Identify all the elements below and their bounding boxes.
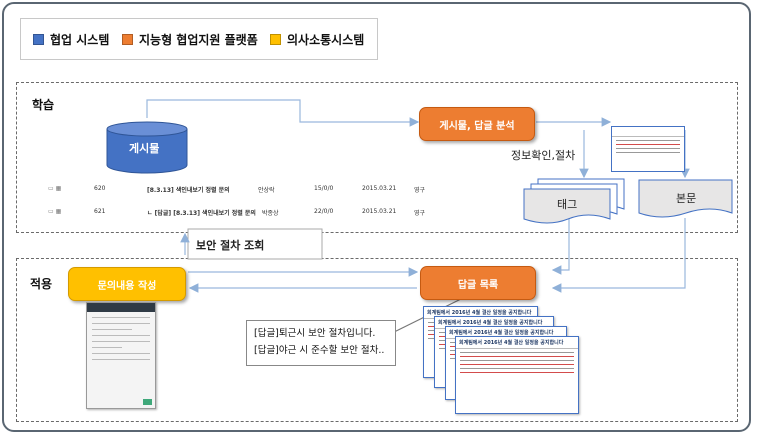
analysis-document-card: ​ [611,126,685,172]
mobile-inquiry-screenshot [86,302,156,409]
diagram-canvas: 협업 시스템 지능형 협업지원 플랫폼 의사소통시스템 학습 적용 게시물 게시… [0,0,757,436]
body-to-reply-line [551,218,686,293]
posts-db-label: 게시물 [129,142,160,155]
inquiry-label: 문의내용 작성 [97,280,157,292]
row-num: 621 [94,208,106,215]
info-check-label: 정보확인,절차 [511,149,576,162]
row-date: 2015.03.21 [362,185,397,192]
row-icons: ▭ ▦ [48,208,62,215]
security-query-label: 보안 절차 조회 [196,239,265,252]
phone-send-button [143,399,152,405]
row-date: 2015.03.21 [362,208,397,215]
body-label: 본문 [676,192,697,205]
row-dept: 영구 [414,187,426,194]
reply-callout: [답글]퇴근시 보안 절차입니다. [답글]야근 시 준수할 보안 절차.. [246,320,396,366]
inquiry-box: 문의내용 작성 [68,267,186,301]
db-to-analysis-line [146,99,420,127]
row-author: 안상락 [258,187,275,194]
row-title[interactable]: ㄴ [답글] [8.3.13] 색인내보기 정렬 문의 [147,208,256,217]
callout-line-2: [답글]야근 시 준수할 보안 절차.. [254,345,385,356]
reply-list-label: 답글 목록 [457,279,499,291]
reply-document-card: 회계팀에서 2016년 4월 결산 일정을 공지합니다 [455,336,579,414]
row-num: 620 [94,185,106,192]
analysis-label: 게시물, 답글 분석 [439,120,515,132]
row-views: 22/0/0 [314,208,334,215]
row-author: 박종상 [262,210,279,217]
row-views: 15/0/0 [314,185,334,192]
row-dept: 영구 [414,210,426,217]
reply-list-box: 답글 목록 [420,266,536,300]
analysis-box: 게시물, 답글 분석 [419,107,535,141]
row-title[interactable]: [8.3.13] 색인내보기 정렬 문의 [147,185,230,194]
tag-label: 태그 [557,198,578,211]
callout-line-1: [답글]퇴근시 보안 절차입니다. [254,328,376,339]
row-icons: ▭ ▦ [48,185,62,192]
